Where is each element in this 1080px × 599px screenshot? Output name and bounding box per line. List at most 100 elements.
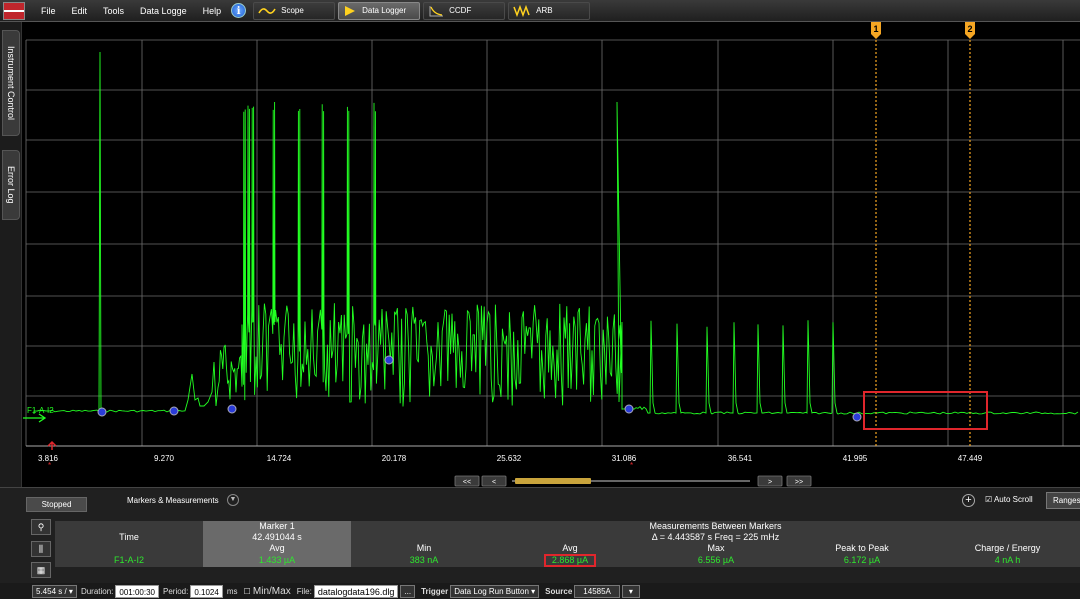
auto-scroll-label: Auto Scroll (993, 495, 1033, 504)
side-panel: Instrument Control Error Log (0, 22, 22, 487)
marker-bars-icon[interactable]: ⫼ (31, 541, 51, 557)
table-row: Avg Min Avg Max Peak to Peak Charge / En… (55, 543, 1080, 554)
ranges-button[interactable]: Ranges (1046, 492, 1080, 509)
grid-icon[interactable]: ▦ (31, 562, 51, 578)
menu-file[interactable]: File (33, 6, 64, 16)
col-avg: Avg (497, 543, 643, 554)
x-tick-label: 36.541 (728, 454, 753, 463)
tab-data-logger[interactable]: Data Logger (338, 1, 421, 20)
side-tab-instrument-control[interactable]: Instrument Control (2, 30, 20, 136)
side-tab-error-log[interactable]: Error Log (2, 150, 20, 220)
tab-scope[interactable]: Scope (253, 1, 336, 20)
time-label: Time (55, 532, 203, 543)
browse-button[interactable]: ... (400, 584, 416, 598)
table-row: Marker 1 Measurements Between Markers (55, 521, 1080, 532)
x-tick-label: 20.178 (382, 454, 407, 463)
col-charge-energy: Charge / Energy (935, 543, 1080, 554)
trace-label: F1-A-I2 (27, 406, 54, 415)
marker1-header: Marker 1 (203, 521, 351, 532)
trace-node (384, 355, 394, 365)
app-logo (3, 1, 25, 20)
menu-tools[interactable]: Tools (95, 6, 132, 16)
period-field[interactable]: 0.1024 (190, 584, 223, 598)
trace-node (624, 404, 634, 414)
marker-number: 2 (967, 24, 972, 34)
delta-freq: Δ = 4.443587 s Freq = 225 mHz (351, 532, 1080, 543)
trace-node (169, 406, 179, 416)
scope-icon (258, 7, 276, 14)
info-icon[interactable]: i (231, 3, 247, 18)
markers-measurements-label[interactable]: Markers & Measurements (127, 496, 219, 505)
table-row: F1-A-I2 1.433 µA 383 nA 2.868 µA 6.556 µ… (55, 554, 1080, 567)
nav-button-label: >> (795, 479, 803, 486)
avg-value-highlight: 2.868 µA (543, 554, 597, 567)
rate-select[interactable]: 5.454 s / ▾ (32, 584, 77, 598)
trigger-point: * (48, 461, 51, 470)
marker-number: 1 (873, 24, 878, 34)
arb-icon (513, 4, 530, 17)
source-label: Source (545, 586, 573, 596)
col-peak-to-peak: Peak to Peak (789, 543, 935, 554)
crosshair-icon[interactable]: + (962, 494, 975, 507)
menu-bar: File Edit Tools Data Logge Help i Scope … (0, 0, 1080, 22)
menu-help[interactable]: Help (195, 6, 230, 16)
data-logger-window: File Edit Tools Data Logge Help i Scope … (0, 0, 1080, 599)
max-value: 6.556 µA (643, 554, 789, 567)
trigger-select[interactable]: Data Log Run Button ▾ (450, 584, 540, 598)
marker1-avg-value: 1.433 µA (203, 554, 351, 567)
table-row: Time 42.491044 s Δ = 4.443587 s Freq = 2… (55, 532, 1080, 543)
trace-node (227, 404, 237, 414)
charge-energy-value: 4 nA h (935, 554, 1080, 567)
marker1-time: 42.491044 s (203, 532, 351, 543)
between-markers-header: Measurements Between Markers (351, 521, 1080, 532)
col-avg-marker1: Avg (203, 543, 351, 554)
tab-ccdf[interactable]: CCDF (423, 1, 506, 20)
ccdf-icon (429, 5, 444, 16)
trigger-point: * (630, 461, 633, 470)
period-unit: ms (226, 586, 238, 596)
menu-data-logger[interactable]: Data Logge (132, 6, 195, 16)
trigger-label: Trigger (421, 586, 449, 596)
nav-button-label: > (768, 479, 772, 486)
avg-value: 2.868 µA (497, 554, 643, 567)
trace-node (852, 412, 862, 422)
x-tick-label: 47.449 (958, 454, 983, 463)
tab-data-logger-label: Data Logger (362, 6, 407, 15)
status-button[interactable]: Stopped (26, 497, 87, 512)
x-tick-label: 9.270 (154, 454, 175, 463)
plot-background (22, 22, 1080, 487)
duration-label: Duration: (80, 586, 114, 596)
col-min: Min (351, 543, 497, 554)
source-field[interactable]: 14585A (574, 584, 620, 598)
minmax-label: Min/Max (252, 585, 291, 597)
file-label: File: (296, 586, 312, 596)
trace-node (97, 407, 107, 417)
footer-toolbar: 5.454 s / ▾ Duration: 001:00:30 Period: … (0, 583, 1080, 599)
auto-scroll-checkbox[interactable]: ☑ Auto Scroll (985, 495, 1033, 504)
minmax-checkbox[interactable]: ☐ Min/Max (244, 586, 291, 597)
data-logger-icon (345, 5, 356, 16)
channel-name: F1-A-I2 (55, 554, 203, 567)
scroll-thumb[interactable] (515, 478, 591, 484)
x-tick-label: 41.995 (843, 454, 868, 463)
menu-edit[interactable]: Edit (64, 6, 96, 16)
measurements-table: Marker 1 Measurements Between Markers Ti… (55, 521, 1080, 567)
nav-button-label: << (463, 479, 471, 486)
x-tick-label: 25.632 (497, 454, 522, 463)
chevron-down-icon[interactable]: ▼ (227, 494, 239, 506)
plot-area[interactable]: 3.816 9.270 14.724 20.178 25.632 31.086 36.541… (22, 22, 1080, 487)
min-value: 383 nA (351, 554, 497, 567)
x-tick-label: 14.724 (267, 454, 292, 463)
tab-ccdf-label: CCDF (449, 6, 472, 15)
duration-field[interactable]: 001:00:30 (115, 584, 159, 598)
source-dropdown[interactable]: ▾ (621, 584, 640, 598)
tab-arb-label: ARB (536, 6, 553, 15)
tab-scope-label: Scope (281, 6, 304, 15)
trace-plot[interactable]: 3.816 9.270 14.724 20.178 25.632 31.086 36.541… (22, 22, 1080, 487)
peak-to-peak-value: 6.172 µA (789, 554, 935, 567)
col-max: Max (643, 543, 789, 554)
tab-arb[interactable]: ARB (508, 1, 591, 20)
nav-button-label: < (492, 479, 496, 486)
marker-tool-icon[interactable]: ⚲ (31, 519, 51, 535)
file-field[interactable]: datalogdata196.dlg (313, 584, 399, 598)
